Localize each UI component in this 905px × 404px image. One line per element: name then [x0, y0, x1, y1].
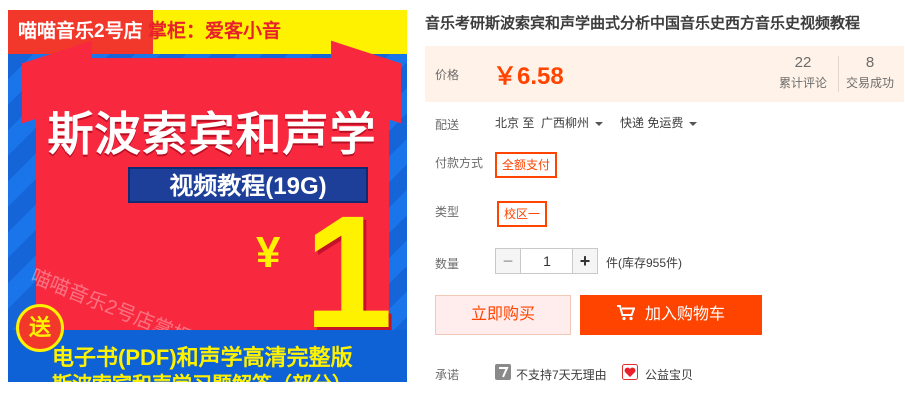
product-main-image[interactable]: 喵喵音乐2号店 掌柜：爱客小音 斯波索宾和声学 视频教程(19G) ¥ 1 喵喵… [8, 10, 407, 382]
payment-option-full[interactable]: 全额支付 [495, 152, 558, 178]
reviews-label: 累计评论 [778, 76, 827, 90]
ship-method-select[interactable]: 快递 免运费 [620, 114, 698, 131]
type-option-campus-1[interactable]: 校区一 [497, 201, 548, 227]
promo-price-symbol: ¥ [256, 228, 281, 277]
product-detail-page: 喵喵音乐2号店 掌柜：爱客小音 斯波索宾和声学 视频教程(19G) ¥ 1 喵喵… [0, 0, 905, 404]
promo-price-value: 1 [304, 182, 393, 361]
shipping-label: 配送 [435, 118, 460, 132]
charity-icon [622, 364, 638, 380]
promise-charity[interactable]: 公益宝贝 [645, 366, 693, 383]
promo-shopkeeper: 掌柜：爱客小音 [148, 21, 282, 42]
ship-to-text: 广西柳州 [541, 116, 590, 130]
add-to-cart-label: 加入购物车 [644, 306, 725, 323]
price-value: ￥6.58 [493, 63, 564, 90]
reviews-stat[interactable]: 22 累计评论 [771, 54, 835, 92]
quantity-decrease-button[interactable]: − [495, 248, 521, 274]
dropdown-caret-icon [689, 121, 698, 126]
buy-now-button[interactable]: 立即购买 [435, 295, 571, 335]
shopping-cart-icon [616, 305, 635, 321]
ship-to-select[interactable]: 广西柳州 [541, 114, 604, 131]
promo-bottom-line-2: 斯波索宾和声学习题解答（部分） [52, 368, 352, 382]
no-return-icon [495, 364, 511, 380]
sales-label: 交易成功 [845, 76, 894, 90]
promo-headline: 斯波索宾和声学 [47, 108, 377, 160]
price-box: 价格 ￥6.58 22 累计评论 8 交易成功 [425, 46, 904, 102]
reviews-count: 22 [794, 54, 812, 71]
sales-stat: 8 交易成功 [838, 54, 902, 92]
price-label: 价格 [435, 68, 460, 82]
quantity-label: 数量 [435, 257, 460, 271]
dropdown-caret-icon [595, 121, 604, 126]
stock-text: 件(库存955件) [606, 256, 683, 270]
quantity-input[interactable] [521, 248, 573, 274]
payment-label: 付款方式 [435, 156, 484, 170]
promise-label: 承诺 [435, 368, 460, 382]
ship-from: 北京 至 [495, 116, 535, 130]
type-label: 类型 [435, 205, 460, 219]
promise-no-return[interactable]: 不支持7天无理由 [516, 366, 607, 383]
quantity-increase-button[interactable]: + [572, 248, 598, 274]
add-to-cart-button[interactable]: 加入购物车 [580, 295, 762, 335]
product-title: 音乐考研斯波索宾和声学曲式分析中国音乐史西方音乐史视频教程 [425, 15, 861, 32]
sales-count: 8 [865, 54, 875, 71]
ship-method-text: 快递 免运费 [620, 116, 684, 130]
